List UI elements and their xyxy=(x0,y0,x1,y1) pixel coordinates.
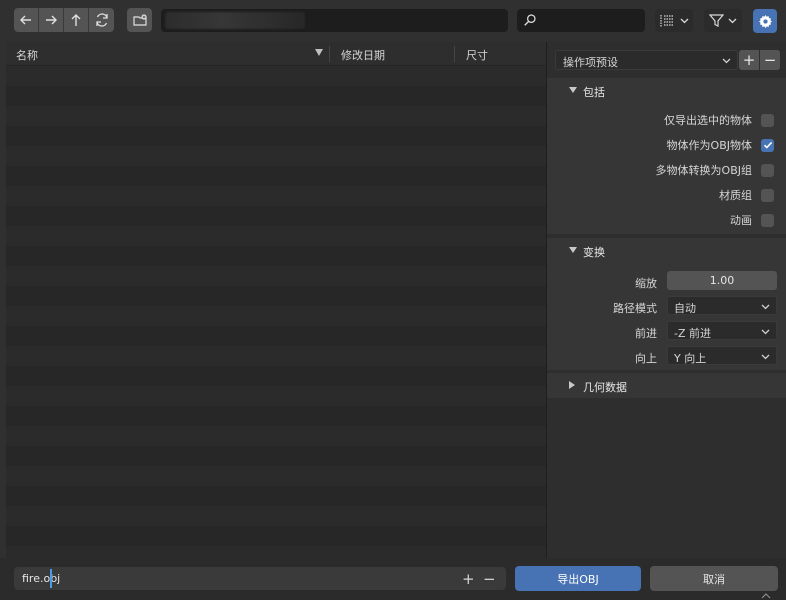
column-size-header[interactable]: 尺寸 xyxy=(466,47,488,63)
file-browser-toolbar xyxy=(0,0,786,42)
column-separator[interactable] xyxy=(329,46,330,62)
sort-descending-icon[interactable] xyxy=(315,49,323,56)
transform-panel: 变换 缩放 1.00 路径模式 自动 前进 -Z 前进 向上 Y 向上 xyxy=(547,238,786,370)
resize-grip-icon[interactable] xyxy=(760,590,772,600)
filter-dropdown[interactable] xyxy=(704,9,742,32)
increment-filename-button[interactable]: + xyxy=(462,570,475,588)
option-label: 材质组 xyxy=(719,189,752,202)
refresh-icon xyxy=(95,13,108,27)
transform-panel-header[interactable]: 变换 xyxy=(547,238,786,263)
path-text-blurred xyxy=(165,12,305,29)
option-material-groups[interactable]: 材质组 xyxy=(719,185,774,205)
checkbox[interactable] xyxy=(761,113,774,127)
option-selection-only[interactable]: 仅导出选中的物体 xyxy=(664,110,774,130)
path-mode-row: 路径模式 自动 xyxy=(547,296,786,316)
chevron-down-icon xyxy=(722,58,731,64)
path-mode-label: 路径模式 xyxy=(613,302,657,315)
search-input[interactable] xyxy=(517,9,645,32)
up-axis-value: Y 向上 xyxy=(674,352,707,365)
back-button[interactable] xyxy=(14,8,39,32)
panel-expanded-icon xyxy=(569,247,577,253)
path-mode-value: 自动 xyxy=(674,302,696,315)
chevron-down-icon xyxy=(761,354,770,360)
file-list-rows xyxy=(6,66,546,558)
parent-dir-icon xyxy=(71,14,81,26)
scale-field[interactable]: 1.00 xyxy=(667,271,777,290)
refresh-button[interactable] xyxy=(89,8,114,32)
search-icon xyxy=(524,14,536,26)
navigation-button-group xyxy=(14,8,114,32)
gear-icon xyxy=(758,14,772,28)
forward-button[interactable] xyxy=(39,8,64,32)
operator-presets-label: 操作项预设 xyxy=(563,56,618,69)
forward-axis-value: -Z 前进 xyxy=(674,327,712,340)
back-icon xyxy=(20,15,31,25)
forward-axis-dropdown[interactable]: -Z 前进 xyxy=(667,321,777,340)
export-options-sidebar: 操作项预设 + − 包括 仅导出选中的物体 物体作为OBJ物体 多物体转换为OB… xyxy=(546,42,786,558)
cancel-button[interactable]: 取消 xyxy=(650,566,778,591)
include-panel: 包括 仅导出选中的物体 物体作为OBJ物体 多物体转换为OBJ组 材质组 动画 xyxy=(547,78,786,234)
operator-presets-row: 操作项预设 + − xyxy=(555,50,785,70)
option-label: 多物体转换为OBJ组 xyxy=(655,164,752,177)
option-label: 动画 xyxy=(730,214,752,227)
geometry-panel: 几何数据 xyxy=(547,373,786,398)
chevron-down-icon xyxy=(761,304,770,310)
new-folder-button[interactable] xyxy=(127,8,152,32)
forward-axis-row: 前进 -Z 前进 xyxy=(547,321,786,341)
geometry-panel-title: 几何数据 xyxy=(583,381,627,394)
option-label: 仅导出选中的物体 xyxy=(664,114,752,127)
checkbox[interactable] xyxy=(761,213,774,227)
geometry-panel-header[interactable]: 几何数据 xyxy=(547,373,786,398)
panel-expanded-icon xyxy=(569,87,577,93)
checkbox[interactable] xyxy=(761,188,774,202)
transform-panel-title: 变换 xyxy=(583,246,605,259)
export-obj-button[interactable]: 导出OBJ xyxy=(515,566,641,591)
up-axis-row: 向上 Y 向上 xyxy=(547,346,786,366)
chevron-down-icon xyxy=(761,329,770,335)
checkmark-icon xyxy=(763,141,772,149)
chevron-down-icon xyxy=(680,18,688,24)
filename-value: fire.obj xyxy=(22,572,61,585)
include-panel-header[interactable]: 包括 xyxy=(547,78,786,103)
settings-toggle-button[interactable] xyxy=(753,9,777,33)
file-list[interactable]: 名称 修改日期 尺寸 xyxy=(0,42,546,558)
add-preset-button[interactable]: + xyxy=(739,50,759,70)
checkbox-checked[interactable] xyxy=(761,138,774,152)
new-folder-group xyxy=(127,8,152,32)
display-mode-dropdown[interactable] xyxy=(655,9,693,32)
column-name-header[interactable]: 名称 xyxy=(16,47,38,63)
file-list-header: 名称 修改日期 尺寸 xyxy=(6,42,546,66)
up-axis-label: 向上 xyxy=(635,352,657,365)
new-folder-icon xyxy=(132,14,147,26)
option-objects-as-groups[interactable]: 多物体转换为OBJ组 xyxy=(656,160,774,180)
checkbox[interactable] xyxy=(761,163,774,177)
forward-icon xyxy=(46,15,57,25)
filename-input[interactable]: fire.obj + − xyxy=(14,567,506,590)
decrement-filename-button[interactable]: − xyxy=(483,570,496,588)
parent-directory-button[interactable] xyxy=(64,8,89,32)
column-separator[interactable] xyxy=(454,46,455,62)
chevron-down-icon xyxy=(728,18,737,24)
option-label: 物体作为OBJ物体 xyxy=(666,139,752,152)
column-date-header[interactable]: 修改日期 xyxy=(341,47,385,63)
scale-row: 缩放 1.00 xyxy=(547,271,786,291)
text-cursor xyxy=(50,569,52,588)
operator-presets-dropdown[interactable]: 操作项预设 xyxy=(555,50,738,70)
list-view-icon xyxy=(659,14,674,27)
scale-label: 缩放 xyxy=(635,277,657,290)
path-mode-dropdown[interactable]: 自动 xyxy=(667,296,777,315)
option-objects-as-obj[interactable]: 物体作为OBJ物体 xyxy=(667,135,774,155)
panel-collapsed-icon xyxy=(569,381,575,389)
option-animation[interactable]: 动画 xyxy=(730,210,774,230)
up-axis-dropdown[interactable]: Y 向上 xyxy=(667,346,777,365)
forward-axis-label: 前进 xyxy=(635,327,657,340)
remove-preset-button[interactable]: − xyxy=(760,50,780,70)
file-browser-bottom-bar: fire.obj + − 导出OBJ 取消 xyxy=(0,558,786,600)
include-panel-title: 包括 xyxy=(583,86,605,99)
directory-path-input[interactable] xyxy=(161,9,508,32)
filter-icon xyxy=(709,14,724,27)
